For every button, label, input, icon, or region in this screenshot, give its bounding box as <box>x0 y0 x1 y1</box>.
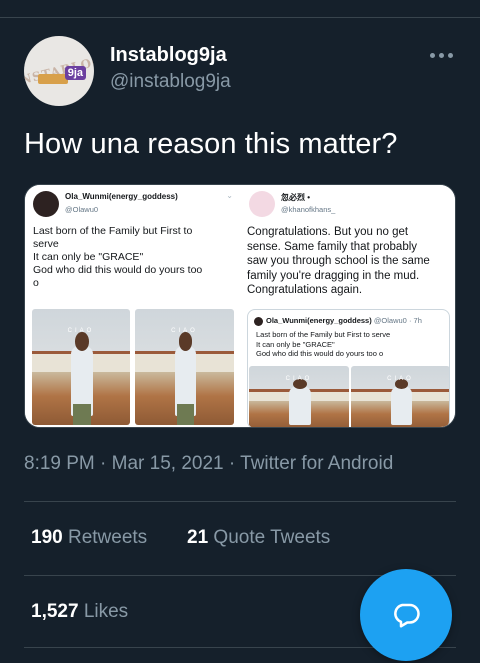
left-panel-photo-1: CIAO <box>32 309 130 425</box>
right-panel-line: family you're dragging in the mud. <box>247 269 420 282</box>
compose-reply-button[interactable] <box>360 569 452 661</box>
left-panel-line: serve <box>33 238 59 250</box>
more-options-icon[interactable] <box>430 50 456 60</box>
tweet-text: How una reason this matter? <box>24 128 398 160</box>
photo-watermark: CIAO <box>285 376 313 383</box>
quote-name: Ola_Wunmi(energy_goddess) <box>266 316 372 325</box>
photo-watermark: CIAO <box>387 376 414 383</box>
right-panel-handle: @khanofkhans_ <box>281 205 336 214</box>
likes-count: 1,527 <box>31 601 79 622</box>
photo-watermark: CIAO <box>171 327 198 334</box>
left-panel-photo-2: CIAO <box>135 309 234 425</box>
author-avatar[interactable]: INSTABLOG 9ja <box>24 36 94 106</box>
quote-header: Ola_Wunmi(energy_goddess) @Olawu0 · 7h <box>266 316 422 325</box>
right-panel-line: Congratulations again. <box>247 284 363 297</box>
tweet-timestamp-source: 8:19 PM · Mar 15, 2021 · Twitter for And… <box>24 453 394 474</box>
author-handle[interactable]: @instablog9ja <box>110 71 231 93</box>
reply-bubble-icon <box>394 603 420 628</box>
left-panel-chevron-down-icon: ⌄ <box>226 191 233 200</box>
left-panel-line: o <box>33 277 39 289</box>
author-display-name[interactable]: Instablog9ja <box>110 44 227 67</box>
left-panel-name: Ola_Wunmi(energy_goddess) <box>65 192 178 201</box>
top-divider <box>0 17 480 18</box>
quote-photo-1: CIAO <box>249 366 349 427</box>
media-right-panel[interactable]: 忽必烈 • @khanofkhans_ Congratulations. But… <box>241 185 455 427</box>
avatar-logo-bar <box>38 74 68 84</box>
left-panel-avatar <box>33 191 59 217</box>
right-panel-name: 忽必烈 • <box>281 193 311 202</box>
quote-line: It can only be "GRACE" <box>256 339 335 349</box>
photo-watermark: CIAO <box>67 327 95 334</box>
retweets-label: Retweets <box>67 527 148 548</box>
quote-avatar <box>254 317 263 326</box>
quote-line: Last born of the Family but First to ser… <box>256 330 391 339</box>
quotes-count: 21 <box>187 527 209 548</box>
right-panel-line: sense. Same family that probably <box>247 240 418 253</box>
divider <box>24 501 456 502</box>
quote-text: Last born of the Family but First to ser… <box>256 330 390 359</box>
avatar-logo-badge: 9ja <box>64 66 86 80</box>
right-panel-text: Congratulations. But you no get sense. S… <box>247 225 452 298</box>
right-panel-quote-tweet: Ola_Wunmi(energy_goddess) @Olawu0 · 7h L… <box>247 309 450 427</box>
left-panel-line: Last born of the Family but First to <box>33 225 193 237</box>
tweet-media[interactable]: Ola_Wunmi(energy_goddess) @Olawu0 ⌄ Last… <box>24 184 456 428</box>
left-panel-text: Last born of the Family but First to ser… <box>33 225 233 290</box>
right-panel-line: Congratulations. But you no get <box>247 226 409 238</box>
quotes-label: Quote Tweets <box>213 527 331 548</box>
left-panel-handle: @Olawu0 <box>65 205 99 214</box>
right-panel-line: saw you through school is the same <box>247 255 430 268</box>
retweets-count: 190 <box>31 527 63 548</box>
media-left-panel[interactable]: Ola_Wunmi(energy_goddess) @Olawu0 ⌄ Last… <box>25 185 239 427</box>
left-panel-line: It can only be "GRACE" <box>33 251 144 263</box>
left-panel-line: God who did this would do yours too <box>33 264 203 276</box>
likes-stat[interactable]: 1,527 Likes <box>31 601 128 623</box>
quote-photo-2: CIAO <box>351 366 449 427</box>
quote-line: God who did this would do yours too o <box>256 349 384 358</box>
quote-meta: @Olawu0 · 7h <box>373 316 422 325</box>
quote-tweets-stat[interactable]: 21 Quote Tweets <box>187 527 330 549</box>
retweets-stat[interactable]: 190 Retweets <box>31 527 147 549</box>
right-panel-avatar <box>249 191 275 217</box>
likes-label: Likes <box>83 601 129 622</box>
